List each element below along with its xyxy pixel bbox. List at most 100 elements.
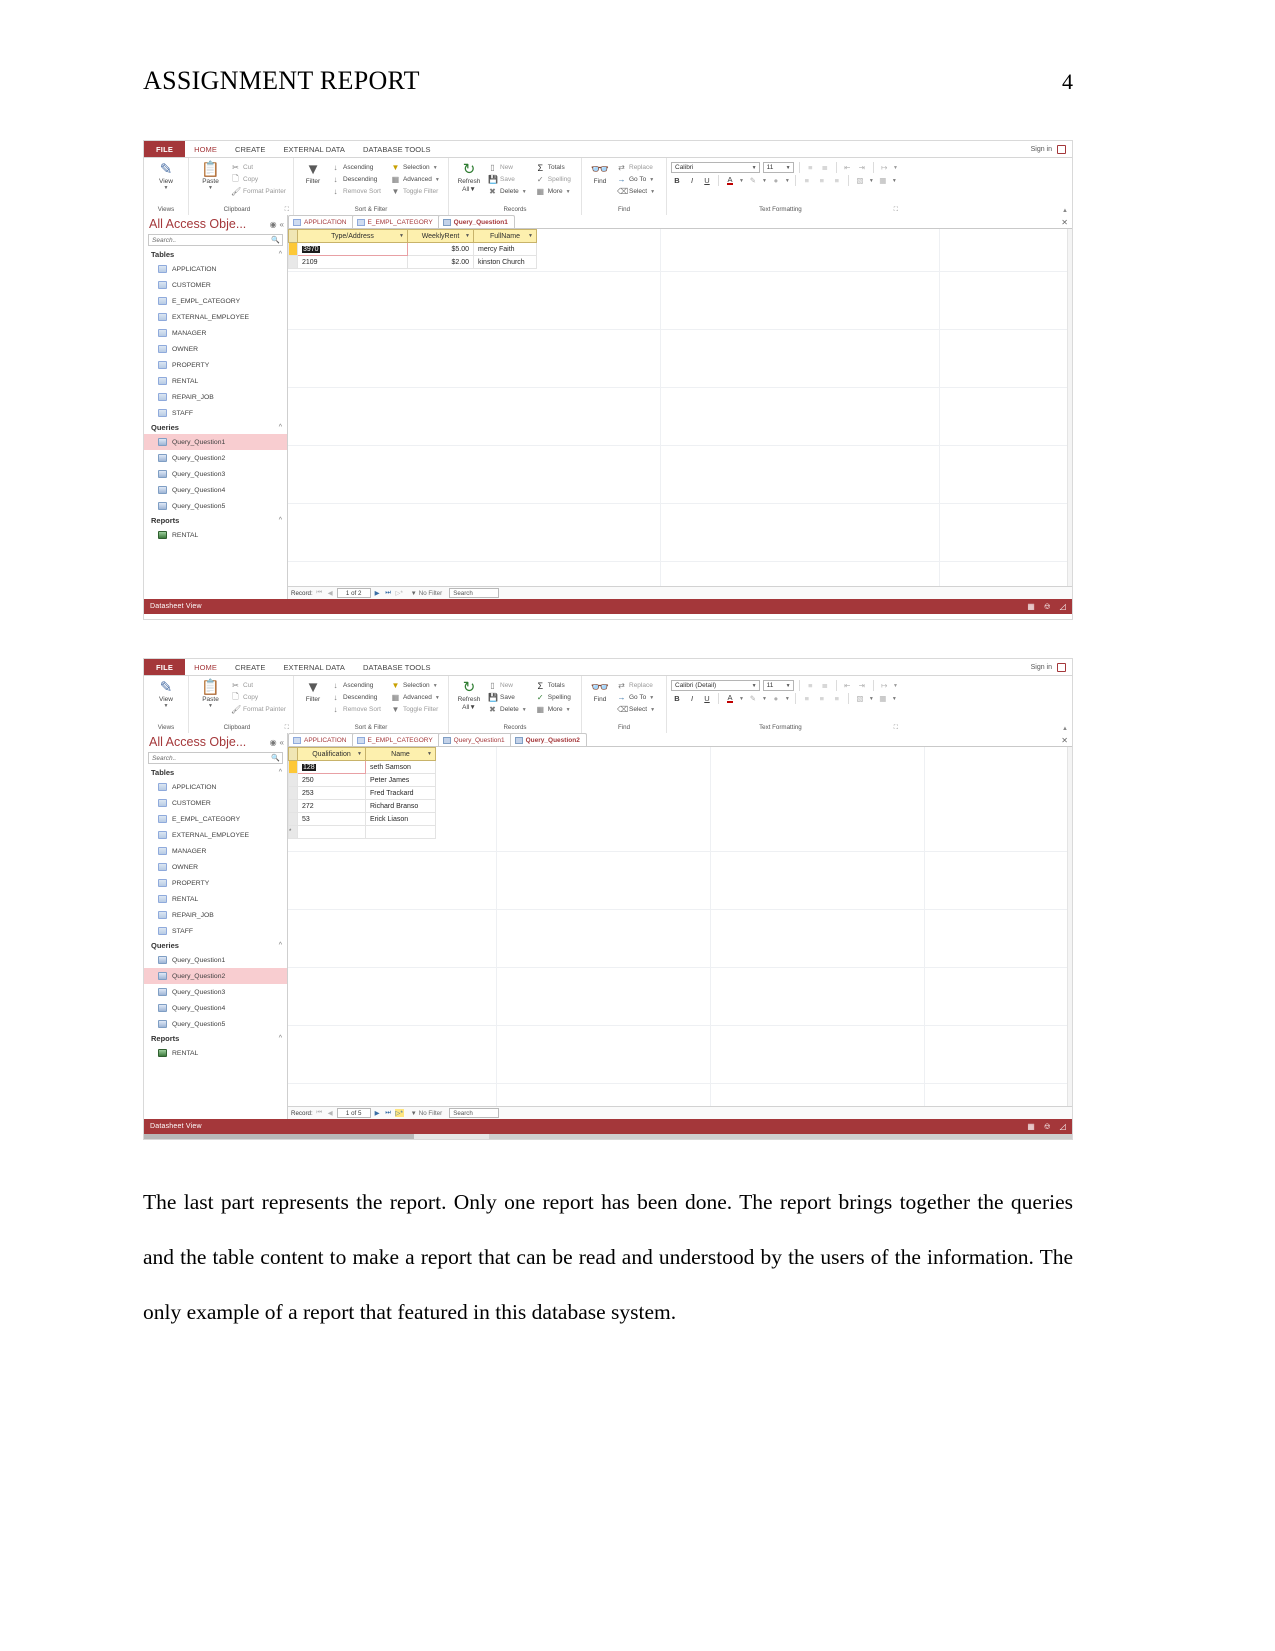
cell-type-address[interactable]: 2109 — [297, 255, 408, 269]
nav-section-tables[interactable]: Tables ^ — [144, 248, 287, 261]
doc-tab-query-question1[interactable]: Query_Question1 — [437, 733, 512, 746]
shutter-bar-icon[interactable]: « — [280, 738, 284, 747]
nav-item-table[interactable]: APPLICATION — [144, 261, 287, 277]
chevron-up-icon[interactable]: ^ — [279, 769, 282, 776]
next-record-button[interactable]: ▶ — [373, 589, 382, 597]
font-size-combo[interactable]: 11 ▼ — [762, 162, 794, 173]
chevron-up-icon[interactable]: ^ — [279, 942, 282, 949]
delete-record-button[interactable]: ✖ Delete ▼ — [485, 186, 530, 197]
numbered-list-button[interactable]: ≣ — [819, 680, 831, 692]
pivot-view-icon[interactable]: ⎊ — [1044, 602, 1051, 612]
table-row[interactable]: 128 seth Samson — [288, 760, 436, 774]
search-input[interactable]: Search — [449, 1108, 500, 1118]
cell-qualification[interactable]: 53 — [297, 812, 366, 826]
tab-home[interactable]: HOME — [185, 141, 226, 157]
more-button[interactable]: ▦ More ▼ — [533, 186, 574, 197]
select-button[interactable]: ⌫ Select ▼ — [614, 704, 658, 715]
advanced-button[interactable]: ▦ Advanced ▼ — [388, 692, 443, 703]
bullet-list-button[interactable]: ≡ — [805, 680, 817, 692]
font-size-combo[interactable]: 11 ▼ — [762, 680, 794, 691]
cell-full-name[interactable]: mercy Faith — [473, 242, 537, 256]
tab-external-data[interactable]: EXTERNAL DATA — [274, 141, 354, 157]
numbered-list-button[interactable]: ≣ — [819, 162, 831, 174]
nav-section-reports[interactable]: Reports ^ — [144, 514, 287, 527]
nav-item-table[interactable]: OWNER — [144, 859, 287, 875]
find-button[interactable]: 👓 Find — [586, 679, 614, 703]
filter-button[interactable]: ▼ Filter — [298, 679, 328, 703]
tab-create[interactable]: CREATE — [226, 141, 274, 157]
nav-pane-title-bar[interactable]: All Access Obje... ◉ « — [144, 215, 287, 233]
nav-item-table[interactable]: CUSTOMER — [144, 795, 287, 811]
column-header-full-name[interactable]: FullName ▼ — [473, 229, 537, 243]
filter-button[interactable]: ▼ Filter — [298, 161, 328, 185]
cut-button[interactable]: ✂ Cut — [228, 680, 289, 691]
nav-item-report[interactable]: RENTAL — [144, 1045, 287, 1061]
row-selector[interactable] — [288, 773, 298, 787]
datasheet-grid-1[interactable]: Type/Address ▼ WeeklyRent ▼ FullName ▼ 3970… — [288, 229, 1072, 586]
tab-database-tools[interactable]: DATABASE TOOLS — [354, 141, 440, 157]
previous-record-button[interactable]: ◀ — [326, 589, 335, 597]
paste-button[interactable]: 📋 Paste ▼ — [193, 161, 228, 191]
tab-create[interactable]: CREATE — [226, 659, 274, 675]
datasheet-view-icon[interactable]: ▦ — [1027, 1122, 1035, 1131]
paste-button[interactable]: 📋 Paste ▼ — [193, 679, 228, 709]
nav-pane-title-bar[interactable]: All Access Obje... ◉ « — [144, 733, 287, 751]
italic-button[interactable]: I — [686, 693, 698, 705]
nav-search-box[interactable]: Search.. 🔍 — [148, 234, 283, 246]
datasheet-view-icon[interactable]: ▦ — [1027, 602, 1035, 611]
nav-item-query[interactable]: Query_Question3 — [144, 466, 287, 482]
clipboard-dialog-launcher[interactable]: ⛶ — [285, 205, 289, 215]
nav-item-report[interactable]: RENTAL — [144, 527, 287, 543]
nav-item-query-selected[interactable]: Query_Question1 — [144, 434, 287, 450]
tab-file[interactable]: FILE — [144, 141, 186, 157]
first-record-button[interactable]: ⏮ — [315, 1109, 324, 1117]
chevron-down-icon[interactable]: ▼ — [427, 751, 432, 757]
cell-qualification[interactable]: 128 — [297, 760, 366, 774]
doc-tab-application[interactable]: APPLICATION — [288, 733, 354, 746]
last-record-button[interactable]: ⏭ — [384, 1109, 393, 1117]
cell-weekly-rent[interactable]: $5.00 — [407, 242, 474, 256]
new-record-selector[interactable]: * — [288, 825, 298, 839]
more-button[interactable]: ▦ More ▼ — [533, 704, 574, 715]
nav-item-query[interactable]: Query_Question4 — [144, 482, 287, 498]
replace-button[interactable]: ⇄ Replace — [614, 680, 658, 691]
nav-item-query[interactable]: Query_Question1 — [144, 952, 287, 968]
bold-button[interactable]: B — [671, 175, 683, 187]
decrease-indent-button[interactable]: ⇤ — [842, 680, 854, 692]
font-color-button[interactable]: A — [724, 175, 736, 187]
cell-type-address[interactable]: 3970 — [297, 242, 408, 256]
nav-section-queries[interactable]: Queries ^ — [144, 939, 287, 952]
doc-tab-application[interactable]: APPLICATION — [288, 215, 354, 228]
nav-item-table[interactable]: PROPERTY — [144, 875, 287, 891]
text-formatting-dialog-launcher[interactable]: ⛶ — [894, 723, 898, 733]
format-painter-button[interactable]: 🖌 Format Painter — [228, 186, 289, 197]
cell-qualification[interactable]: 253 — [297, 786, 366, 800]
align-center-button[interactable]: ≡ — [816, 175, 828, 187]
table-row[interactable]: 250 Peter James — [288, 773, 436, 787]
design-view-icon[interactable]: ◿ — [1060, 602, 1066, 611]
row-selector[interactable] — [288, 786, 298, 800]
advanced-button[interactable]: ▦ Advanced ▼ — [388, 174, 443, 185]
new-record-button[interactable]: ▷* — [395, 589, 404, 597]
search-input[interactable]: Search — [449, 588, 500, 598]
cell-qualification-new[interactable] — [297, 825, 366, 839]
bullet-list-button[interactable]: ≡ — [805, 162, 817, 174]
doc-tab-query-question1[interactable]: Query_Question1 — [437, 215, 515, 228]
nav-item-table[interactable]: MANAGER — [144, 325, 287, 341]
cell-name[interactable]: Erick Liason — [365, 812, 436, 826]
cell-name[interactable]: Peter James — [365, 773, 436, 787]
underline-button[interactable]: U — [701, 693, 713, 705]
find-button[interactable]: 👓 Find — [586, 161, 614, 185]
chevron-down-icon[interactable]: ▼ — [399, 233, 404, 239]
background-color-button[interactable]: ● — [770, 693, 782, 705]
first-record-button[interactable]: ⏮ — [315, 589, 324, 597]
nav-item-table[interactable]: EXTERNAL_EMPLOYEE — [144, 309, 287, 325]
highlight-color-button[interactable]: ✎ — [747, 693, 759, 705]
copy-button[interactable]: 🗋 Copy — [228, 692, 289, 703]
go-to-button[interactable]: → Go To ▼ — [614, 174, 658, 185]
help-icon[interactable] — [1057, 144, 1066, 154]
filter-status[interactable]: ▼ No Filter — [411, 590, 443, 597]
nav-item-table[interactable]: REPAIR_JOB — [144, 907, 287, 923]
new-record-button[interactable]: ▯ New — [485, 162, 530, 173]
go-to-button[interactable]: → Go To ▼ — [614, 692, 658, 703]
